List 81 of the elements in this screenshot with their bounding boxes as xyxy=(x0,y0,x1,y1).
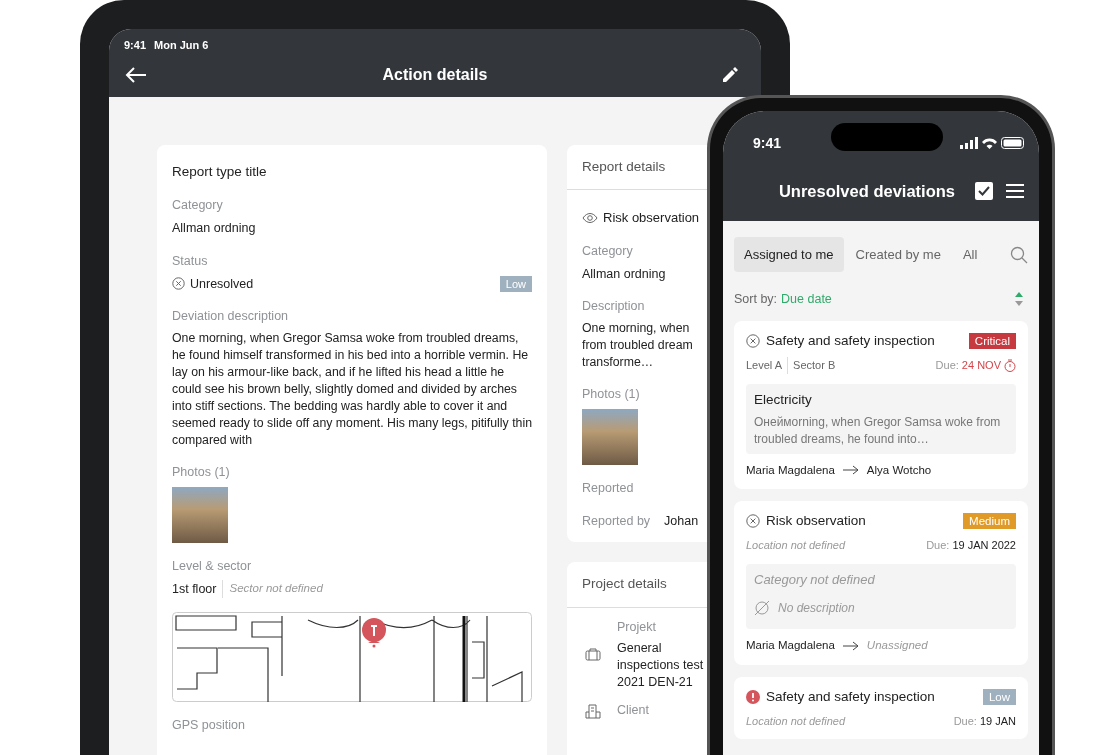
reporter-name: Maria Magdalena xyxy=(746,638,835,654)
field-label: GPS position xyxy=(172,717,246,735)
field-value: Johan xyxy=(664,512,699,530)
select-button[interactable] xyxy=(975,182,993,200)
reporter-name: Maria Magdalena xyxy=(746,462,835,478)
screen-title: Action details xyxy=(382,65,488,85)
filter-tab[interactable]: Created by me xyxy=(845,237,951,272)
location-value: Location not defined xyxy=(746,538,846,554)
due-date: 24 NOV xyxy=(961,358,1001,373)
field-value: Allman ordning xyxy=(172,220,257,237)
assignee-name: Alya Wotcho xyxy=(866,462,932,478)
report-type: Risk observation xyxy=(603,209,700,228)
field-label: Deviation description xyxy=(172,308,290,326)
sector-value: Sector not defined xyxy=(228,581,323,597)
due-label: Due: xyxy=(953,713,977,729)
empty-set-icon xyxy=(754,600,770,617)
due-label: Due: xyxy=(926,538,950,554)
location-value: Location not defined xyxy=(746,713,846,729)
checkbox-icon xyxy=(975,182,993,200)
filter-tab[interactable]: All xyxy=(952,237,988,272)
field-label: Projekt xyxy=(617,618,657,636)
status-time: 9:41 xyxy=(124,37,147,53)
field-label: Reported xyxy=(582,479,634,497)
category-value: Electricity xyxy=(754,390,813,409)
field-label: Level & sector xyxy=(172,557,253,575)
description-line: transforme… xyxy=(582,354,654,371)
priority-badge: Medium xyxy=(963,513,1016,530)
level-value: 1st floor xyxy=(172,579,224,599)
deviation-title: Safety and safety inspection xyxy=(766,331,935,350)
pencil-icon xyxy=(721,66,739,84)
deviation-title: Safety and safety inspection xyxy=(766,687,935,706)
menu-icon xyxy=(1005,183,1025,199)
back-arrow-icon xyxy=(125,66,147,84)
briefcase-icon xyxy=(585,647,601,662)
description-text: One morning, when Gregor Samsa woke from troubled dreams, he found himself transformed in his bed into a horrible vermin. He lay on his armour-like back, and if he lifted his head a little he could see his brown belly, slightly domed and divided by arches into stiff sections. The bedding was hardly able to cover it and seemed ready to slide off any moment. His many legs, pitifully thin compared with xyxy=(172,330,532,449)
arrow-right-icon xyxy=(842,465,859,476)
eye-icon xyxy=(582,212,598,224)
signal-icon xyxy=(960,137,978,149)
sort-order-icon xyxy=(1014,292,1024,307)
field-label: Photos (1) xyxy=(172,464,231,481)
menu-button[interactable] xyxy=(1005,183,1025,199)
priority-badge: Low xyxy=(499,275,532,292)
field-label: Category xyxy=(172,197,224,215)
description-text: No description xyxy=(778,600,855,618)
field-value: Allman ordning xyxy=(582,265,666,283)
photo-placeholder xyxy=(172,486,228,543)
wifi-icon xyxy=(982,137,997,149)
assignee-name: Unassigned xyxy=(866,638,928,654)
status-value: Unresolved xyxy=(190,275,254,293)
priority-badge: Low xyxy=(982,688,1016,705)
photo-placeholder xyxy=(582,408,638,465)
buildings-icon xyxy=(585,702,601,719)
deviation-title: Risk observation xyxy=(766,512,866,530)
field-value: General inspections test 2021 DEN-21 xyxy=(617,640,705,692)
field-label: Photos (1) xyxy=(582,386,640,403)
arrow-right-icon xyxy=(842,640,859,651)
due-date: 19 JAN 2022 xyxy=(952,538,1016,554)
status-date: Mon Jun 6 xyxy=(154,37,209,53)
timer-icon xyxy=(1004,358,1016,372)
sort-label: Sort by: xyxy=(734,291,778,308)
category-value: Category not defined xyxy=(754,570,876,589)
field-label: Description xyxy=(582,298,645,316)
battery-icon xyxy=(1001,137,1025,149)
card-title: Report type title xyxy=(172,163,268,181)
description-line: from troubled dream xyxy=(582,337,693,354)
filter-tab[interactable]: Assigned to me xyxy=(734,237,844,272)
sort-field[interactable]: Due date xyxy=(781,290,832,309)
description-text: Онеймorning, when Gregor Samsa woke from troubled dreams, he found into… xyxy=(754,413,1002,448)
priority-badge: Critical xyxy=(968,332,1016,349)
x-circle-icon xyxy=(172,277,185,291)
due-label: Due: xyxy=(935,358,959,373)
search-icon xyxy=(1010,245,1028,264)
field-label: Client xyxy=(617,702,650,720)
location-value: Level A xyxy=(746,357,789,374)
location-value: Sector B xyxy=(793,358,836,373)
field-label: Category xyxy=(582,242,633,260)
field-label: Reported by xyxy=(582,512,651,530)
field-label: Status xyxy=(172,252,209,270)
due-date: 19 JAN xyxy=(979,713,1016,729)
description-line: One morning, when xyxy=(582,320,690,337)
screen-title: Unresolved deviations xyxy=(778,180,955,202)
